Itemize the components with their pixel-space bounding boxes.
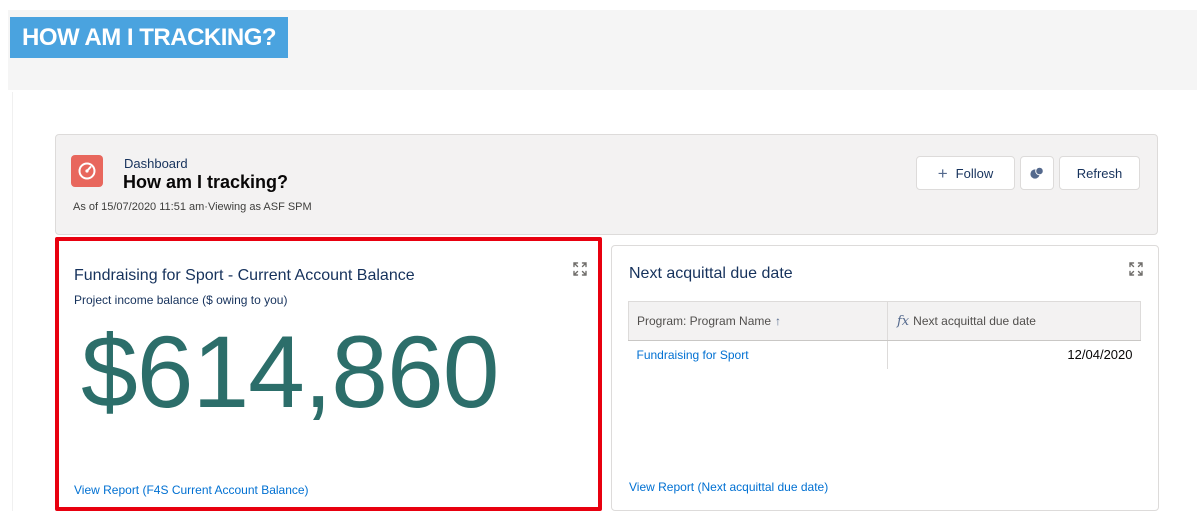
component-title: Fundraising for Sport - Current Account … [74,267,415,284]
program-link[interactable]: Fundraising for Sport [628,340,888,369]
follow-button[interactable]: + Follow [916,156,1015,190]
view-report-link[interactable]: View Report (Next acquittal due date) [629,480,828,494]
expand-icon[interactable] [573,262,587,276]
metric-value[interactable]: $614,860 [81,321,499,423]
balance-component: Fundraising for Sport - Current Account … [55,237,602,511]
dashboard-subtitle: As of 15/07/2020 11:51 am·Viewing as ASF… [73,201,312,213]
expand-icon[interactable] [1129,262,1143,276]
acquittal-table: Program: Program Name ↑ fx Next acquittal … [628,301,1141,369]
sort-ascending-icon: ↑ [775,314,782,328]
plus-icon: + [937,163,948,183]
column-header-program[interactable]: Program: Program Name ↑ [628,301,888,341]
column-header-due-date[interactable]: fx Next acquittal due date [887,301,1141,341]
column-label: Next acquittal due date [913,313,1036,328]
due-date-cell: 12/04/2020 [1067,347,1133,363]
dashboard-header: Dashboard How am I tracking? As of 15/07… [55,134,1158,235]
collaborate-button[interactable] [1020,156,1054,190]
formula-icon: fx [897,313,910,329]
refresh-button[interactable]: Refresh [1059,156,1140,190]
acquittal-component: Next acquittal due date Program: Program… [611,245,1159,511]
section-title: HOW AM I TRACKING? [10,17,289,58]
chatter-icon [1030,166,1044,179]
view-report-link[interactable]: View Report (F4S Current Account Balance… [74,483,309,497]
table-row: Fundraising for Sport 12/04/2020 [628,340,1141,369]
follow-label: Follow [955,165,994,181]
dashboard-gauge-icon [71,155,103,187]
page: HOW AM I TRACKING? Dashboard How am I tr… [0,0,1197,511]
column-label: Program: Program Name [637,314,772,328]
dashboard-title: How am I tracking? [123,172,289,192]
component-title: Next acquittal due date [629,265,793,282]
dashboard-type-label: Dashboard [124,156,188,171]
component-subtitle: Project income balance ($ owing to you) [74,293,288,307]
